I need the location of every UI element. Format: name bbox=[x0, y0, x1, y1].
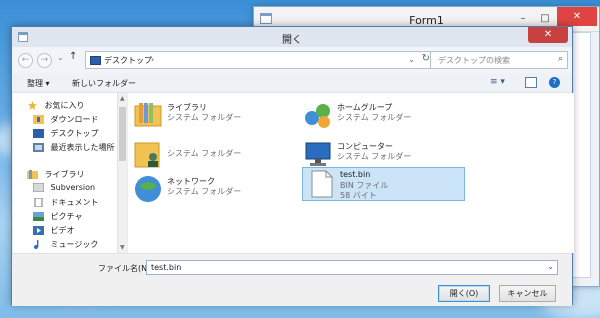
sidebar-item-label: ミュージック bbox=[50, 240, 99, 249]
file-size: 58 バイト bbox=[340, 191, 377, 200]
navigation-pane: お気に入り ダウンロード デスクトップ 最近表示した場所 ライブラリ Subve… bbox=[13, 93, 117, 253]
filename-field[interactable]: test.bin ⌄ bbox=[146, 260, 558, 275]
music-icon bbox=[34, 240, 39, 249]
computer-icon bbox=[305, 142, 331, 166]
cancel-button[interactable]: キャンセル bbox=[499, 285, 556, 302]
chevron-down-icon[interactable]: ⌄ bbox=[547, 262, 554, 271]
sidebar-item-pictures[interactable]: ピクチャ bbox=[33, 211, 82, 224]
back-button[interactable]: ← bbox=[18, 53, 33, 68]
address-chevron-icon[interactable]: › bbox=[151, 55, 154, 64]
help-icon[interactable]: ? bbox=[549, 77, 560, 88]
sidebar-header-favorites[interactable]: お気に入り bbox=[27, 100, 85, 113]
file-item-libraries[interactable]: ライブラリ システム フォルダー bbox=[130, 99, 290, 135]
downloads-folder-icon bbox=[33, 115, 44, 124]
organize-button[interactable]: 整理 ▾ bbox=[27, 78, 50, 89]
form1-close-button[interactable]: ✕ bbox=[557, 7, 597, 26]
dialog-close-button[interactable]: ✕ bbox=[528, 27, 568, 43]
subversion-library-icon bbox=[33, 183, 44, 192]
recent-places-icon bbox=[33, 143, 44, 152]
navigation-bar: ← → ⌄ ↑ デスクトップ › ⌄ ↻ デスクトップの検索 ⌕ bbox=[12, 47, 572, 73]
favorites-label: お気に入り bbox=[44, 101, 85, 110]
sidebar-item-downloads[interactable]: ダウンロード bbox=[33, 114, 99, 127]
open-file-dialog[interactable]: 開く ✕ ← → ⌄ ↑ デスクトップ › ⌄ ↻ デスクトップの検索 ⌕ 整理… bbox=[11, 26, 574, 306]
sidebar-item-label: ビデオ bbox=[50, 226, 75, 235]
libraries-icon bbox=[27, 170, 38, 179]
refresh-icon[interactable]: ↻ bbox=[422, 53, 430, 64]
up-button[interactable]: ↑ bbox=[69, 51, 77, 62]
open-button[interactable]: 開く(O) bbox=[438, 285, 490, 302]
sidebar-item-documents[interactable]: ドキュメント bbox=[33, 197, 99, 210]
filename-label: ファイル名(N): bbox=[98, 264, 153, 273]
dialog-footer: ファイル名(N): test.bin ⌄ 開く(O) キャンセル bbox=[12, 253, 572, 306]
sidebar-item-subversion[interactable]: Subversion bbox=[33, 183, 95, 196]
search-icon[interactable]: ⌕ bbox=[558, 54, 563, 64]
file-type: システム フォルダー bbox=[167, 113, 242, 122]
sidebar-item-videos[interactable]: ビデオ bbox=[33, 225, 75, 238]
user-folder-icon bbox=[134, 142, 160, 168]
file-item-test-bin[interactable]: test.bin BIN ファイル 58 バイト bbox=[302, 167, 465, 201]
desktop-folder-icon bbox=[90, 56, 101, 65]
sidebar-item-label: Subversion bbox=[50, 183, 96, 192]
search-placeholder[interactable]: デスクトップの検索 bbox=[438, 55, 510, 66]
pictures-icon bbox=[33, 212, 44, 221]
libraries-label: ライブラリ bbox=[44, 170, 85, 179]
command-toolbar: 整理 ▾ 新しいフォルダー ≡ ▾ ? bbox=[12, 73, 572, 93]
forward-button[interactable]: → bbox=[37, 53, 52, 68]
preview-pane-icon[interactable] bbox=[525, 77, 537, 88]
sidebar-item-label: デスクトップ bbox=[50, 129, 99, 138]
star-icon bbox=[28, 101, 37, 110]
minimize-button[interactable]: – bbox=[513, 11, 533, 27]
maximize-button[interactable]: □ bbox=[535, 11, 555, 27]
change-view-button[interactable]: ≡ ▾ bbox=[490, 77, 505, 87]
network-icon bbox=[135, 176, 161, 202]
videos-icon bbox=[33, 226, 44, 235]
sidebar-header-libraries[interactable]: ライブラリ bbox=[27, 169, 85, 182]
library-folder-icon bbox=[134, 103, 162, 127]
recent-locations-button[interactable]: ⌄ bbox=[57, 53, 64, 62]
dialog-title: 開く bbox=[282, 35, 302, 46]
sidebar-item-label: ダウンロード bbox=[50, 115, 99, 124]
sidebar-item-recent-places[interactable]: 最近表示した場所 bbox=[33, 142, 115, 155]
file-type: システム フォルダー bbox=[167, 149, 242, 158]
sidebar-item-label: ドキュメント bbox=[50, 198, 99, 207]
documents-icon bbox=[34, 198, 43, 207]
dialog-titlebar[interactable]: 開く ✕ bbox=[12, 27, 572, 47]
file-type: システム フォルダー bbox=[337, 113, 412, 122]
scrollbar-thumb[interactable] bbox=[119, 107, 126, 161]
file-item-user-folder[interactable]: システム フォルダー bbox=[130, 138, 290, 174]
sidebar-item-music[interactable]: ミュージック bbox=[33, 239, 98, 252]
sidebar-item-label: ピクチャ bbox=[50, 212, 83, 221]
file-type: システム フォルダー bbox=[337, 152, 412, 161]
file-icon bbox=[311, 170, 333, 198]
file-name: test.bin bbox=[340, 170, 371, 179]
file-item-network[interactable]: ネットワーク システム フォルダー bbox=[130, 173, 290, 209]
scroll-up-icon[interactable]: ▲ bbox=[120, 95, 125, 102]
address-text: デスクトップ bbox=[104, 56, 152, 65]
homegroup-icon bbox=[305, 104, 330, 128]
sidebar-item-label: 最近表示した場所 bbox=[50, 143, 115, 152]
sidebar-item-desktop[interactable]: デスクトップ bbox=[33, 128, 99, 141]
desktop-icon bbox=[33, 129, 44, 138]
file-list: ライブラリ システム フォルダー ホームグループ システム フォルダー システム… bbox=[128, 93, 574, 253]
new-folder-button[interactable]: 新しいフォルダー bbox=[72, 78, 136, 89]
file-type: システム フォルダー bbox=[167, 187, 242, 196]
filename-value[interactable]: test.bin bbox=[151, 263, 181, 272]
scroll-down-icon[interactable]: ▼ bbox=[120, 244, 125, 251]
file-item-homegroup[interactable]: ホームグループ システム フォルダー bbox=[300, 99, 460, 135]
navigation-scrollbar[interactable]: ▲ ▼ bbox=[117, 93, 127, 253]
address-bar[interactable]: デスクトップ › ⌄ ↻ bbox=[85, 51, 434, 69]
search-box[interactable]: デスクトップの検索 ⌕ bbox=[430, 51, 568, 69]
address-dropdown-icon[interactable]: ⌄ bbox=[408, 55, 415, 64]
